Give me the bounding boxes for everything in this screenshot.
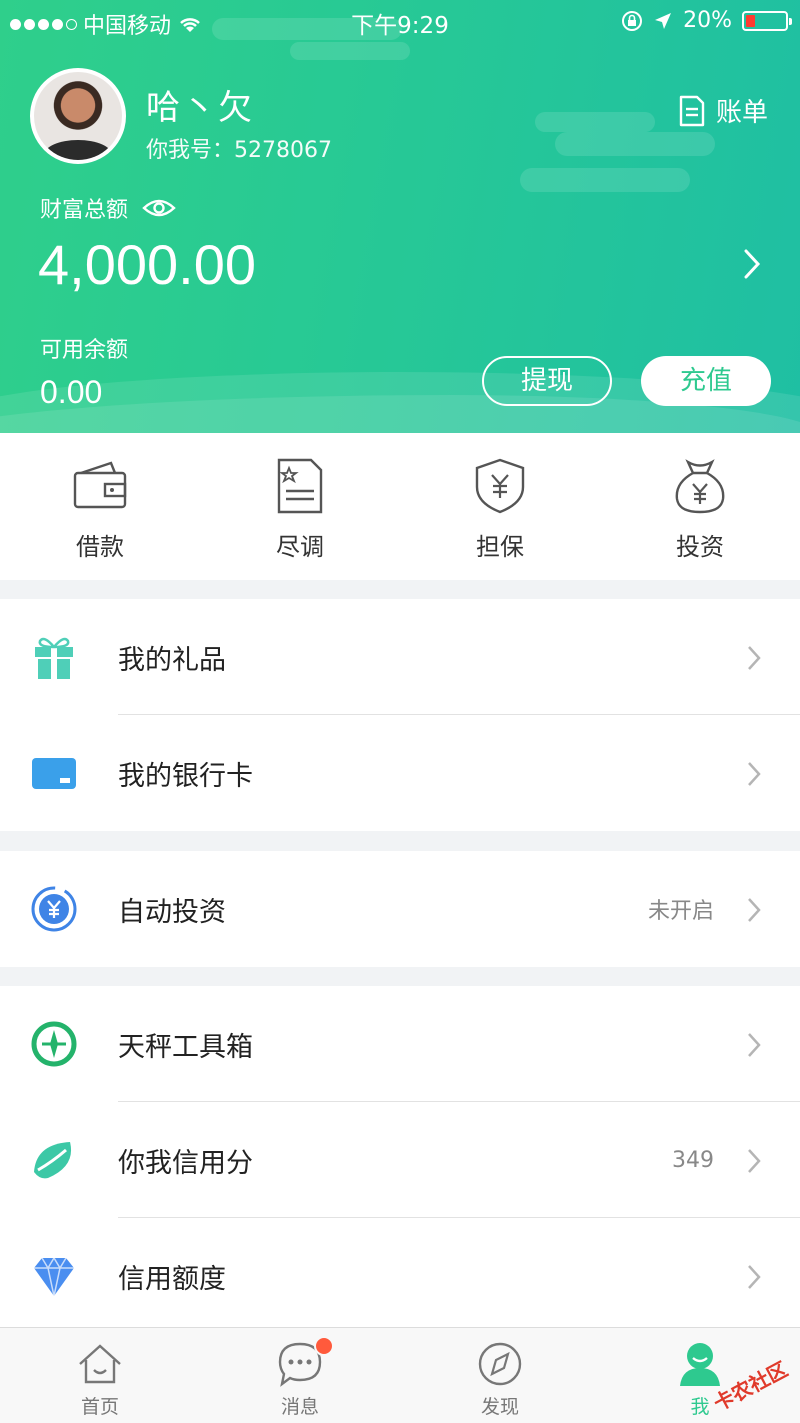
wealth-label: 财富总额	[40, 198, 129, 223]
chevron-right-icon	[748, 762, 761, 786]
shield-yuan-icon	[475, 458, 525, 514]
toolbox-icon	[31, 1021, 77, 1067]
available-amount: 0.00	[40, 374, 103, 410]
credit-score-value: 349	[672, 1147, 714, 1173]
bill-label: 账单	[715, 98, 768, 128]
quick-actions: 借款 尽调 担保 投资	[0, 433, 800, 580]
diamond-icon	[34, 1256, 74, 1297]
menu-item-label: 我的银行卡	[118, 760, 253, 792]
battery-percent: 20%	[683, 8, 732, 33]
rotation-lock-icon	[622, 10, 643, 31]
location-icon	[655, 12, 672, 29]
auto-invest-status: 未开启	[647, 899, 714, 924]
auto-invest-icon	[31, 886, 77, 932]
menu-item-label: 天秤工具箱	[118, 1031, 253, 1063]
menu-item-label: 你我信用分	[118, 1147, 253, 1179]
menu-group-assets: 我的礼品 我的银行卡	[0, 599, 800, 831]
battery-icon	[742, 10, 792, 31]
withdraw-button[interactable]: 提现	[482, 356, 612, 406]
chevron-right-icon	[748, 898, 761, 922]
bill-icon	[679, 95, 705, 126]
recharge-button[interactable]: 充值	[641, 356, 771, 406]
profile-icon	[680, 1343, 720, 1386]
menu-item-label: 自动投资	[118, 896, 226, 928]
tab-bar: 首页 消息 发现 我	[0, 1327, 800, 1423]
avatar[interactable]	[30, 68, 126, 164]
document-star-icon	[277, 458, 323, 514]
tab-home[interactable]: 首页	[0, 1328, 200, 1423]
menu-item-gifts[interactable]: 我的礼品	[0, 599, 800, 715]
menu-item-toolbox[interactable]: 天秤工具箱	[0, 986, 800, 1102]
wealth-amount[interactable]: 4,000.00	[38, 232, 256, 297]
bank-card-icon	[32, 758, 76, 789]
tab-label: 首页	[80, 1396, 119, 1418]
wallet-icon	[73, 461, 127, 509]
gift-icon	[35, 637, 73, 679]
menu-item-credit-limit[interactable]: 信用额度	[0, 1218, 800, 1334]
chevron-right-icon	[748, 646, 761, 670]
tab-label: 消息	[280, 1396, 319, 1418]
compass-icon	[478, 1342, 522, 1386]
chevron-right-icon	[748, 1149, 761, 1173]
chevron-right-icon[interactable]	[742, 248, 762, 280]
tab-messages[interactable]: 消息	[200, 1328, 400, 1423]
home-icon	[79, 1344, 121, 1384]
tab-label: 我	[690, 1396, 710, 1418]
tab-label: 发现	[480, 1396, 519, 1418]
user-id: 你我号：5278067	[146, 138, 332, 163]
menu-group-tools: 天秤工具箱 你我信用分 349 信用额度	[0, 986, 800, 1327]
menu-group-auto-invest: 自动投资 未开启	[0, 851, 800, 967]
menu-item-label: 我的礼品	[118, 644, 226, 676]
chevron-right-icon	[748, 1033, 761, 1057]
quick-action-guarantee[interactable]: 担保	[400, 433, 600, 580]
account-header: 中国移动 下午9:29 20% 哈丶欠 你我号：5278067 账单 财富总额 …	[0, 0, 800, 433]
leaf-icon	[34, 1142, 72, 1179]
bill-button[interactable]: 账单	[678, 92, 768, 129]
quick-action-due-diligence[interactable]: 尽调	[200, 433, 400, 580]
quick-action-label: 尽调	[276, 533, 324, 561]
quick-action-label: 担保	[476, 533, 524, 561]
status-bar: 中国移动 下午9:29 20%	[0, 0, 800, 40]
available-label: 可用余额	[40, 338, 129, 363]
tab-discover[interactable]: 发现	[400, 1328, 600, 1423]
quick-action-invest[interactable]: 投资	[600, 433, 800, 580]
eye-icon[interactable]	[142, 197, 176, 219]
quick-action-label: 借款	[76, 533, 124, 561]
unread-badge	[314, 1336, 334, 1356]
chevron-right-icon	[748, 1265, 761, 1289]
quick-action-label: 投资	[676, 533, 724, 561]
username: 哈丶欠	[146, 88, 254, 128]
menu-item-auto-invest[interactable]: 自动投资 未开启	[0, 851, 800, 967]
quick-action-loan[interactable]: 借款	[0, 433, 200, 580]
menu-item-bank-cards[interactable]: 我的银行卡	[0, 715, 800, 831]
menu-item-label: 信用额度	[118, 1263, 226, 1295]
menu-item-credit-score[interactable]: 你我信用分 349	[0, 1102, 800, 1218]
money-bag-icon	[675, 459, 725, 514]
